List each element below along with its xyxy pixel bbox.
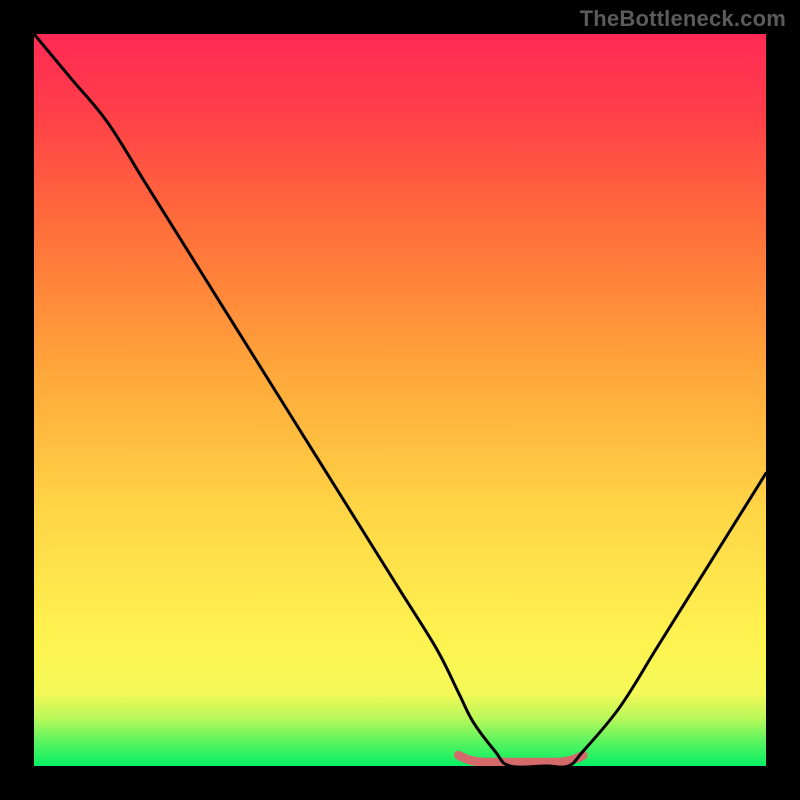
chart-frame: TheBottleneck.com xyxy=(0,0,800,800)
chart-background xyxy=(34,34,766,766)
watermark-text: TheBottleneck.com xyxy=(580,6,786,32)
bottleneck-chart xyxy=(0,0,800,800)
